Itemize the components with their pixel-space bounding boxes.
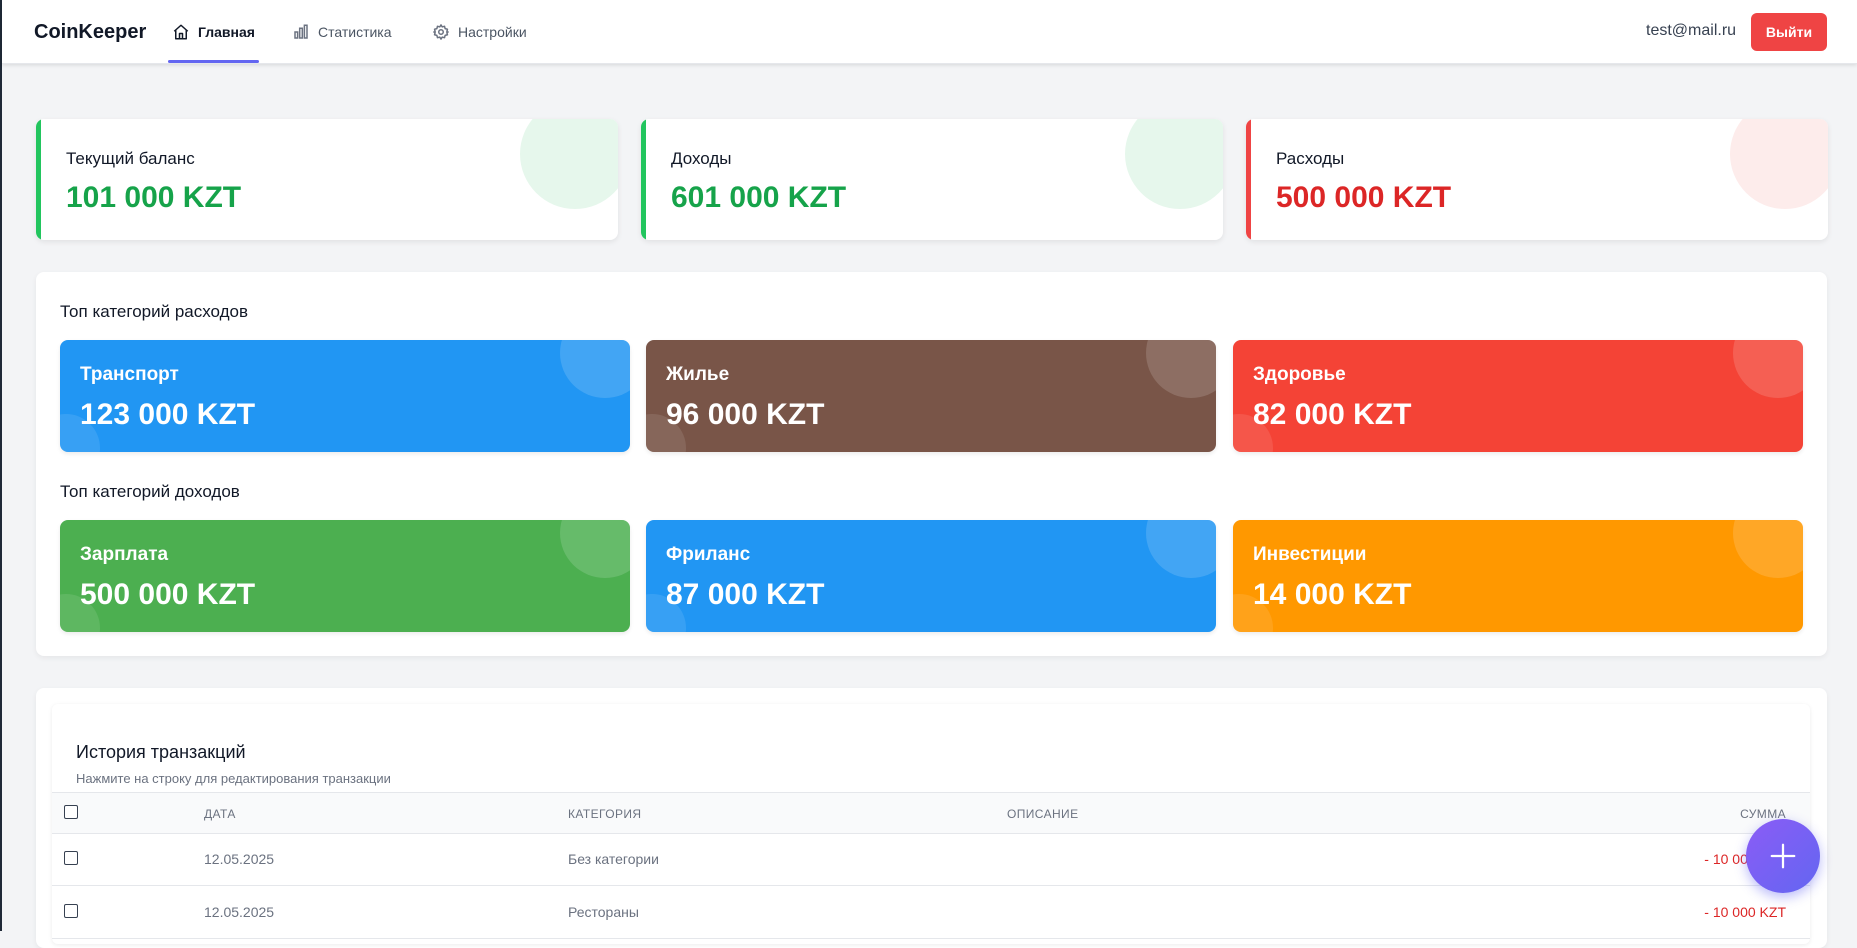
- column-header-description[interactable]: ОПИСАНИЕ: [1007, 807, 1079, 821]
- nav-item-label: Главная: [198, 23, 255, 40]
- column-header-date[interactable]: ДАТА: [204, 807, 236, 821]
- category-amount: 96 000 KZT: [666, 398, 825, 431]
- category-name: Транспорт: [80, 364, 179, 385]
- row-category: Рестораны: [568, 904, 639, 920]
- income-card: Доходы 601 000 KZT: [641, 119, 1223, 240]
- top-categories-panel: Топ категорий расходов Транспорт 123 000…: [36, 272, 1827, 656]
- transactions-title: История транзакций: [76, 742, 246, 762]
- top-income-title: Топ категорий доходов: [60, 482, 240, 501]
- column-header-category[interactable]: КАТЕГОРИЯ: [568, 807, 641, 821]
- decorative-circle: [1733, 520, 1803, 578]
- income-category-card-investments[interactable]: Инвестиции 14 000 KZT: [1233, 520, 1803, 632]
- income-label: Доходы: [671, 149, 732, 168]
- row-date: 12.05.2025: [204, 904, 275, 920]
- card-accent-bar: [1246, 119, 1251, 240]
- card-accent-bar: [641, 119, 646, 240]
- decorative-circle: [520, 119, 618, 209]
- app-brand[interactable]: CoinKeeper: [34, 21, 146, 44]
- gear-icon: [433, 23, 449, 40]
- category-name: Фриланс: [666, 544, 751, 565]
- user-email: test@mail.ru: [1646, 22, 1737, 39]
- expenses-value: 500 000 KZT: [1276, 181, 1452, 214]
- category-amount: 500 000 KZT: [80, 578, 256, 611]
- table-header: ДАТА КАТЕГОРИЯ ОПИСАНИЕ СУММА: [52, 792, 1810, 834]
- home-icon: [173, 24, 189, 39]
- decorative-circle: [1125, 119, 1223, 209]
- table-row[interactable]: 12.05.2025 Без категории - 10 000 KZT: [52, 833, 1810, 886]
- row-checkbox[interactable]: [64, 904, 78, 918]
- decorative-circle: [1733, 340, 1803, 398]
- transactions-table-card: История транзакций Нажмите на строку для…: [52, 704, 1810, 944]
- income-category-card-salary[interactable]: Зарплата 500 000 KZT: [60, 520, 630, 632]
- nav-item-settings[interactable]: Настройки: [432, 0, 527, 63]
- bar-chart-icon: [294, 24, 308, 39]
- row-checkbox[interactable]: [64, 851, 78, 865]
- add-transaction-button[interactable]: [1746, 819, 1820, 893]
- decorative-circle: [560, 340, 630, 398]
- income-value: 601 000 KZT: [671, 181, 847, 214]
- nav-item-label: Статистика: [318, 23, 392, 40]
- table-row[interactable]: 12.05.2025 Рестораны - 10 000 KZT: [52, 886, 1810, 939]
- category-amount: 87 000 KZT: [666, 578, 825, 611]
- plus-icon: [1770, 843, 1796, 869]
- expense-category-card-housing[interactable]: Жилье 96 000 KZT: [646, 340, 1216, 452]
- category-name: Жилье: [666, 364, 730, 385]
- nav-item-home[interactable]: Главная: [168, 0, 259, 63]
- top-navbar: CoinKeeper Главная Статистика Настройки …: [2, 0, 1857, 64]
- category-amount: 123 000 KZT: [80, 398, 256, 431]
- expenses-label: Расходы: [1276, 149, 1345, 168]
- balance-card: Текущий баланс 101 000 KZT: [36, 119, 618, 240]
- nav-item-label: Настройки: [458, 23, 527, 40]
- decorative-circle: [1730, 119, 1828, 209]
- transactions-subtitle: Нажмите на строку для редактирования тра…: [76, 771, 391, 786]
- category-name: Здоровье: [1253, 364, 1346, 385]
- decorative-circle: [1146, 520, 1216, 578]
- expense-category-card-health[interactable]: Здоровье 82 000 KZT: [1233, 340, 1803, 452]
- category-name: Зарплата: [80, 544, 169, 565]
- decorative-circle: [1146, 340, 1216, 398]
- nav-item-statistics[interactable]: Статистика: [292, 0, 392, 63]
- category-amount: 14 000 KZT: [1253, 578, 1412, 611]
- decorative-circle: [560, 520, 630, 578]
- balance-label: Текущий баланс: [66, 149, 195, 168]
- logout-button[interactable]: Выйти: [1751, 13, 1827, 51]
- income-category-card-freelance[interactable]: Фриланс 87 000 KZT: [646, 520, 1216, 632]
- expenses-card: Расходы 500 000 KZT: [1246, 119, 1828, 240]
- transactions-section: История транзакций Нажмите на строку для…: [36, 688, 1827, 948]
- balance-value: 101 000 KZT: [66, 181, 242, 214]
- top-expenses-title: Топ категорий расходов: [60, 302, 249, 321]
- row-sum: - 10 000 KZT: [1704, 904, 1786, 920]
- category-name: Инвестиции: [1253, 544, 1367, 565]
- row-category: Без категории: [568, 851, 659, 867]
- expense-category-card-transport[interactable]: Транспорт 123 000 KZT: [60, 340, 630, 452]
- card-accent-bar: [36, 119, 41, 240]
- select-all-checkbox[interactable]: [64, 805, 78, 819]
- row-date: 12.05.2025: [204, 851, 275, 867]
- category-amount: 82 000 KZT: [1253, 398, 1412, 431]
